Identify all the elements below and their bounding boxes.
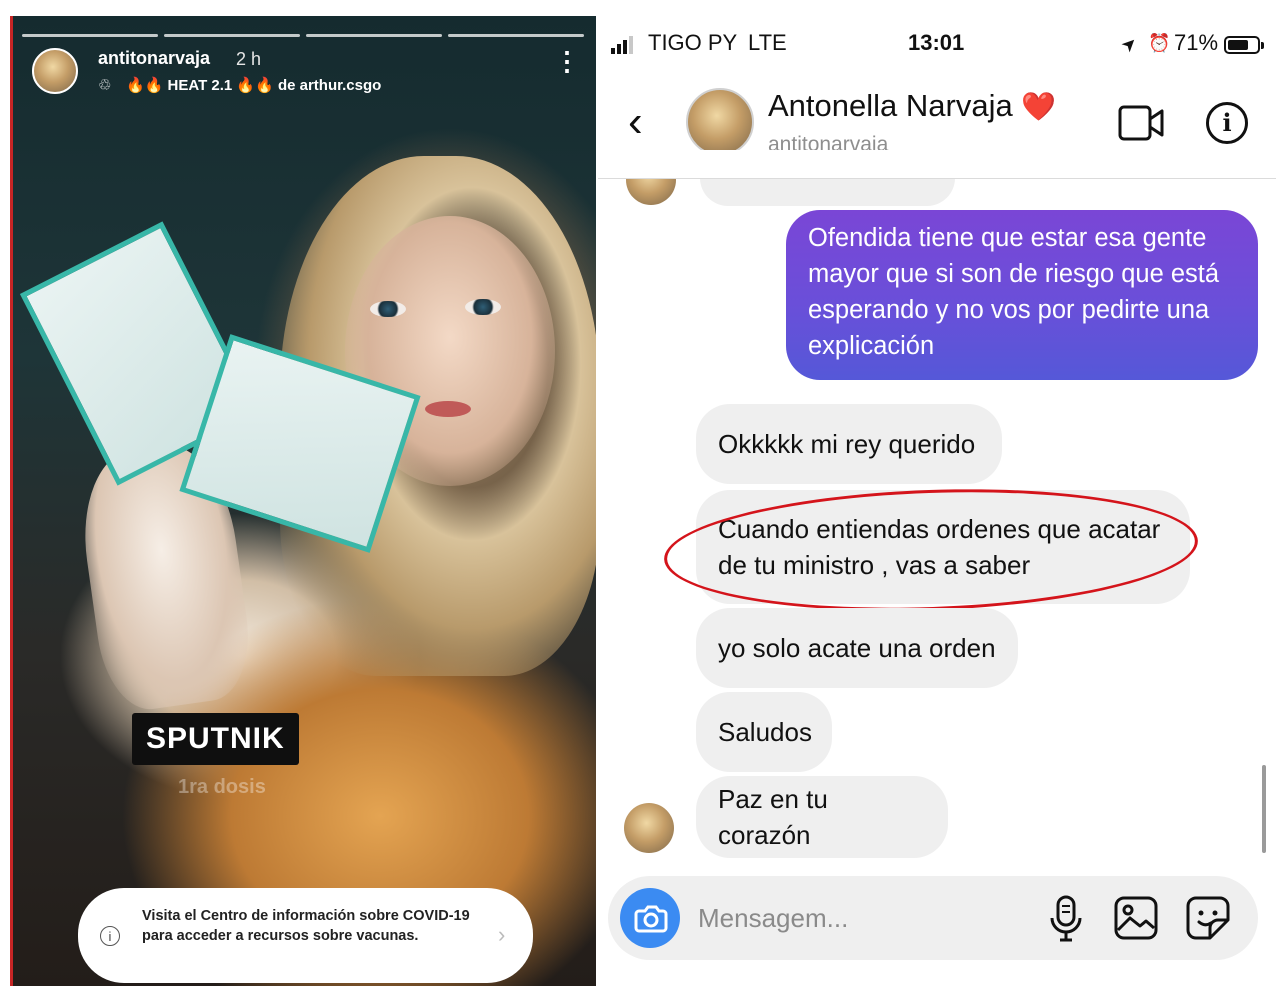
signal-icon	[611, 34, 637, 54]
story-username[interactable]: antitonarvaja	[98, 48, 210, 69]
story-panel: antitonarvaja 2 h ♲ 🔥🔥 HEAT 2.1 🔥🔥 de ar…	[10, 16, 596, 986]
camera-icon	[634, 905, 668, 933]
message-bubble-incoming[interactable]: Okkkkk mi rey querido	[696, 404, 1002, 484]
battery-percent: 71%	[1174, 30, 1219, 55]
network-label: LTE	[748, 30, 787, 55]
covid-info-banner[interactable]: i Visita el Centro de información sobre …	[78, 888, 533, 983]
story-photo-eye	[370, 301, 406, 317]
alarm-icon: ⏰	[1148, 33, 1171, 53]
message-bubble-incoming[interactable]: Paz en tu corazón	[696, 776, 948, 858]
message-bubble-incoming[interactable]: Saludos	[696, 692, 832, 772]
message-avatar[interactable]	[624, 803, 674, 853]
covid-info-text: Visita el Centro de información sobre CO…	[142, 908, 470, 944]
message-bubble-outgoing[interactable]: Ofendida tiene que estar esa gente mayor…	[786, 210, 1258, 380]
camera-button[interactable]	[620, 888, 680, 948]
chat-title[interactable]: Antonella Narvaja ❤️	[768, 88, 1056, 124]
carrier-label: TIGO PY	[648, 30, 738, 55]
gallery-icon[interactable]	[1112, 894, 1160, 947]
heart-icon: ❤️	[1021, 91, 1057, 122]
dose-sticker: 1ra dosis	[178, 776, 266, 798]
info-icon: i	[100, 926, 120, 946]
clock: 13:01	[908, 30, 965, 55]
story-edge-line	[10, 16, 13, 986]
video-call-icon[interactable]	[1118, 103, 1164, 148]
more-options-icon[interactable]: ⋮	[554, 48, 580, 74]
story-progress-segment	[164, 34, 300, 37]
sputnik-sticker: SPUTNIK	[132, 713, 299, 765]
story-photo-lips	[425, 401, 471, 417]
story-progress-segment	[448, 34, 584, 37]
scrollbar[interactable]	[1262, 765, 1266, 853]
story-progress-segment	[306, 34, 442, 37]
contact-name: Antonella Narvaja	[768, 88, 1013, 123]
message-input[interactable]	[696, 902, 1020, 935]
message-composer	[608, 876, 1258, 960]
battery-icon	[1224, 36, 1264, 54]
message-bubble-incoming[interactable]: yo solo acate una orden	[696, 608, 1018, 688]
chat-avatar[interactable]	[686, 88, 754, 156]
story-avatar[interactable]	[32, 48, 78, 94]
story-progress-segment	[22, 34, 158, 37]
story-music-label[interactable]: 🔥🔥 HEAT 2.1 🔥🔥 de arthur.csgo	[126, 76, 381, 94]
back-button[interactable]: ‹	[628, 100, 643, 144]
chevron-right-icon: ›	[498, 922, 506, 947]
message-bubble-incoming[interactable]: Cuando entiendas ordenes que acatar de t…	[696, 490, 1190, 604]
story-time: 2 h	[236, 49, 262, 69]
sticker-icon[interactable]	[1184, 894, 1232, 947]
info-icon[interactable]: i	[1206, 102, 1248, 144]
story-photo-eye	[465, 299, 501, 315]
music-icon: ♲	[98, 77, 112, 94]
location-icon: ➤	[1116, 31, 1142, 57]
microphone-icon[interactable]	[1048, 894, 1084, 949]
